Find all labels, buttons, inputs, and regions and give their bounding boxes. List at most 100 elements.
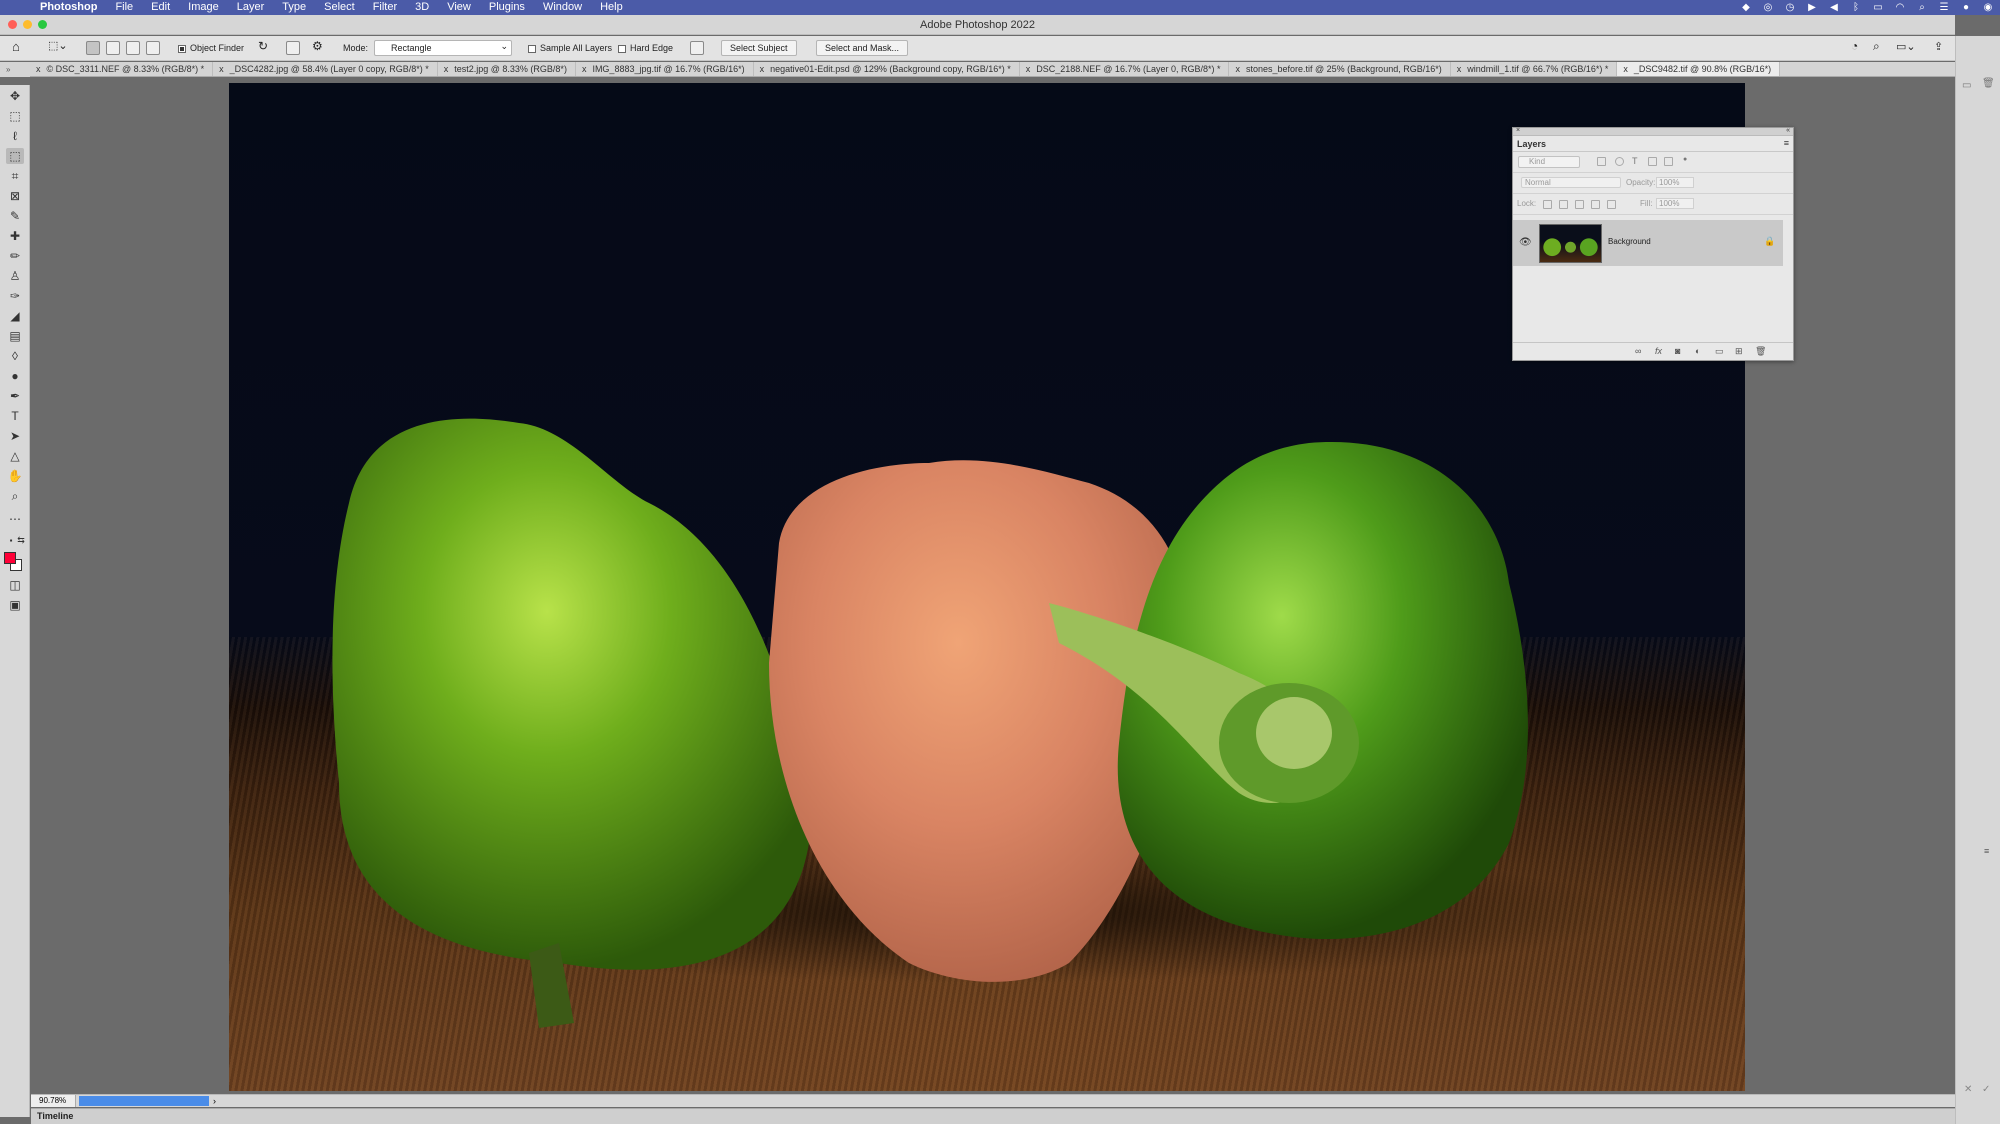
pen-tool-icon[interactable]: ✒ xyxy=(6,388,24,404)
close-tab-icon[interactable]: x xyxy=(1623,64,1628,74)
path-selection-tool-icon[interactable]: ➤ xyxy=(6,428,24,444)
delete-layer-icon[interactable]: 🗑 xyxy=(1755,346,1766,357)
add-mask-icon[interactable]: ◙ xyxy=(1675,346,1680,356)
dodge-tool-icon[interactable]: ● xyxy=(6,368,24,384)
document-tab[interactable]: x negative01-Edit.psd @ 129% (Background … xyxy=(754,62,1020,76)
menu-window[interactable]: Window xyxy=(534,0,591,15)
lock-artboard-icon[interactable] xyxy=(1591,200,1600,209)
filter-smart-object-icon[interactable] xyxy=(1664,157,1673,166)
menu-3d[interactable]: 3D xyxy=(406,0,438,15)
fill-input[interactable]: 100% xyxy=(1656,198,1694,209)
sample-all-layers-option[interactable]: Sample All Layers xyxy=(528,43,612,53)
link-layers-icon[interactable]: ∞ xyxy=(1635,346,1641,356)
move-tool-icon[interactable]: ✥ xyxy=(6,88,24,104)
close-tab-icon[interactable]: x xyxy=(219,64,224,74)
layers-tab[interactable]: Layers xyxy=(1517,139,1546,149)
lock-all-icon[interactable] xyxy=(1607,200,1616,209)
dock-panel-icon[interactable]: ▭ xyxy=(1962,80,1971,91)
document-tab[interactable]: x IMG_8883_jpg.tif @ 16.7% (RGB/16*) xyxy=(576,62,754,76)
control-center-icon[interactable]: ☰ xyxy=(1938,2,1950,13)
filter-toggle-icon[interactable]: ● xyxy=(1683,156,1687,163)
menu-type[interactable]: Type xyxy=(273,0,315,15)
type-tool-icon[interactable]: T xyxy=(6,408,24,424)
collapse-panel-icon[interactable]: « xyxy=(1786,127,1790,134)
play-icon[interactable]: ▶ xyxy=(1806,2,1818,13)
tool-preset-icon[interactable]: ⬚⌄ xyxy=(48,39,68,52)
frame-tool-icon[interactable]: ⊠ xyxy=(6,188,24,204)
filter-shape-icon[interactable] xyxy=(1648,157,1657,166)
eraser-tool-icon[interactable]: ◢ xyxy=(6,308,24,324)
document-tab[interactable]: x test2.jpg @ 8.33% (RGB/8*) xyxy=(438,62,576,76)
refresh-icon[interactable]: ↻ xyxy=(258,39,268,53)
canvas-area[interactable]: × « Layers ≡ Kind T ● Normal Opacity: 10… xyxy=(31,78,1955,1094)
settings-gear-icon[interactable]: ⚙ xyxy=(312,39,323,53)
dock-check-icon[interactable]: ✓ xyxy=(1982,1084,1990,1095)
menu-plugins[interactable]: Plugins xyxy=(480,0,534,15)
status-menu-arrow-icon[interactable]: › xyxy=(213,1095,216,1107)
screen-mode-icon[interactable]: ▣ xyxy=(6,597,24,613)
workspace-icon[interactable]: ▭⌄ xyxy=(1896,40,1916,53)
add-selection-icon[interactable] xyxy=(106,41,120,55)
document-tab-active[interactable]: x _DSC9482.tif @ 90.8% (RGB/16*) xyxy=(1617,62,1781,76)
home-icon[interactable]: ⌂ xyxy=(12,39,20,54)
gradient-tool-icon[interactable]: ▤ xyxy=(6,328,24,344)
close-tab-icon[interactable]: x xyxy=(444,64,449,74)
location-icon[interactable]: ◆ xyxy=(1740,2,1752,13)
object-selection-tool-icon[interactable]: ⬚ xyxy=(6,148,24,164)
lock-image-icon[interactable] xyxy=(1559,200,1568,209)
hand-tool-icon[interactable]: ✋ xyxy=(6,468,24,484)
pressure-icon[interactable] xyxy=(690,41,704,55)
more-tools-icon[interactable]: ⋯ xyxy=(6,511,24,527)
menu-file[interactable]: File xyxy=(106,0,142,15)
close-tab-icon[interactable]: x xyxy=(1235,64,1240,74)
show-all-objects-icon[interactable] xyxy=(286,41,300,55)
object-finder-option[interactable]: Object Finder xyxy=(178,43,244,53)
foreground-color-swatch[interactable] xyxy=(4,552,16,564)
close-tab-icon[interactable]: x xyxy=(36,64,41,74)
kind-filter-select[interactable]: Kind xyxy=(1518,156,1580,168)
layer-thumbnail[interactable] xyxy=(1539,224,1602,263)
opacity-input[interactable]: 100% xyxy=(1656,177,1694,188)
menu-photoshop[interactable]: Photoshop xyxy=(32,0,106,15)
menu-help[interactable]: Help xyxy=(591,0,632,15)
menu-layer[interactable]: Layer xyxy=(228,0,274,15)
dock-close-icon[interactable]: ✕ xyxy=(1964,1084,1972,1095)
layer-style-fx-icon[interactable]: fx xyxy=(1655,346,1662,356)
object-finder-checkbox[interactable] xyxy=(178,44,186,53)
menu-filter[interactable]: Filter xyxy=(364,0,406,15)
layer-name[interactable]: Background xyxy=(1608,237,1651,246)
document-tab[interactable]: x stones_before.tif @ 25% (Background, RG… xyxy=(1229,62,1451,76)
crop-tool-icon[interactable]: ⌗ xyxy=(6,168,24,184)
share-icon[interactable]: ⇪ xyxy=(1934,40,1943,53)
clone-stamp-tool-icon[interactable]: ♙ xyxy=(6,268,24,284)
new-selection-icon[interactable] xyxy=(86,41,100,55)
healing-brush-tool-icon[interactable]: ✚ xyxy=(6,228,24,244)
siri-icon[interactable]: ◉ xyxy=(1982,2,1994,13)
learn-icon[interactable]: ◔ xyxy=(1851,39,1858,53)
dock-menu-icon[interactable]: ≡ xyxy=(1984,846,1989,856)
layer-row-background[interactable]: 👁 Background 🔒 xyxy=(1513,220,1783,266)
lasso-tool-icon[interactable]: ℓ xyxy=(6,128,24,144)
close-tab-icon[interactable]: x xyxy=(1457,64,1462,74)
brush-tool-icon[interactable]: ✏ xyxy=(6,248,24,264)
search-icon[interactable]: ⌕ xyxy=(1873,39,1880,54)
timeline-tab[interactable]: Timeline xyxy=(37,1111,73,1121)
bluetooth-icon[interactable]: ᛒ xyxy=(1850,2,1862,13)
menu-edit[interactable]: Edit xyxy=(142,0,179,15)
quick-mask-icon[interactable]: ◫ xyxy=(6,577,24,593)
history-brush-tool-icon[interactable]: ✑ xyxy=(6,288,24,304)
intersect-selection-icon[interactable] xyxy=(146,41,160,55)
blur-tool-icon[interactable]: ◊ xyxy=(6,348,24,364)
blend-mode-select[interactable]: Normal xyxy=(1521,177,1621,188)
subtract-selection-icon[interactable] xyxy=(126,41,140,55)
zoom-tool-icon[interactable]: ⌕ xyxy=(6,488,24,504)
hard-edge-checkbox[interactable] xyxy=(618,44,626,53)
filter-pixel-icon[interactable] xyxy=(1597,157,1606,166)
shape-tool-icon[interactable]: △ xyxy=(6,448,24,464)
new-layer-icon[interactable]: ⊞ xyxy=(1735,346,1743,357)
new-group-icon[interactable]: ▭ xyxy=(1715,346,1724,357)
menu-select[interactable]: Select xyxy=(315,0,364,15)
close-panel-icon[interactable]: × xyxy=(1516,127,1520,134)
layer-visibility-eye-icon[interactable]: 👁 xyxy=(1519,237,1532,248)
time-machine-icon[interactable]: ◷ xyxy=(1784,2,1796,13)
